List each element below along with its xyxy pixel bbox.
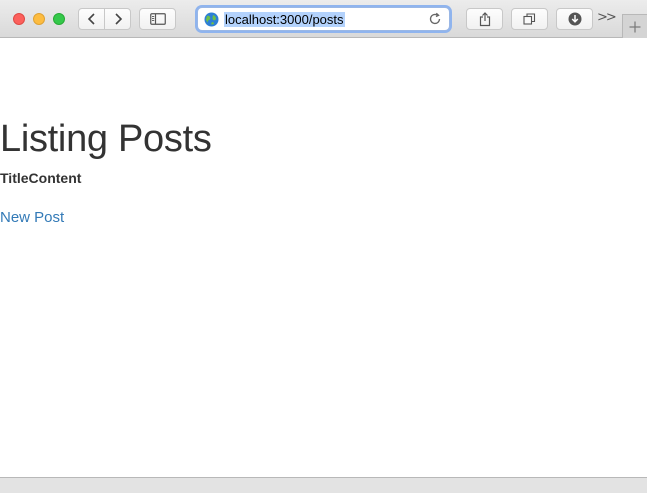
posts-table-header: Title Content xyxy=(0,170,81,186)
minimize-window-button[interactable] xyxy=(33,13,45,25)
column-header-content: Content xyxy=(28,170,82,186)
close-window-button[interactable] xyxy=(13,13,25,25)
globe-icon xyxy=(204,12,219,27)
share-button[interactable] xyxy=(466,8,503,30)
tabs-overview-icon xyxy=(523,13,536,25)
plus-icon xyxy=(629,21,641,32)
chevron-right-icon xyxy=(114,13,122,25)
download-icon xyxy=(568,12,581,26)
status-bar xyxy=(0,477,647,493)
address-bar[interactable]: localhost:3000/posts xyxy=(197,7,450,31)
browser-toolbar: localhost:3000/posts >> xyxy=(0,0,647,38)
new-tab-button[interactable] xyxy=(622,14,647,38)
chevron-left-icon xyxy=(87,13,95,25)
page-title: Listing Posts xyxy=(0,118,212,160)
back-button[interactable] xyxy=(79,9,104,29)
share-icon xyxy=(479,11,490,26)
show-tabs-button[interactable] xyxy=(511,8,548,30)
downloads-button[interactable] xyxy=(556,8,593,30)
zoom-window-button[interactable] xyxy=(53,13,65,25)
column-header-title: Title xyxy=(0,170,29,186)
more-toolbar-items-button[interactable]: >> xyxy=(597,10,617,25)
reload-icon[interactable] xyxy=(428,12,442,26)
new-post-link[interactable]: New Post xyxy=(0,209,64,226)
sidebar-button[interactable] xyxy=(139,8,176,30)
forward-button[interactable] xyxy=(104,9,130,29)
sidebar-icon xyxy=(149,13,166,25)
url-text[interactable]: localhost:3000/posts xyxy=(224,12,345,27)
page-content: Listing Posts Title Content New Post xyxy=(0,39,647,477)
navigation-buttons xyxy=(78,8,131,30)
